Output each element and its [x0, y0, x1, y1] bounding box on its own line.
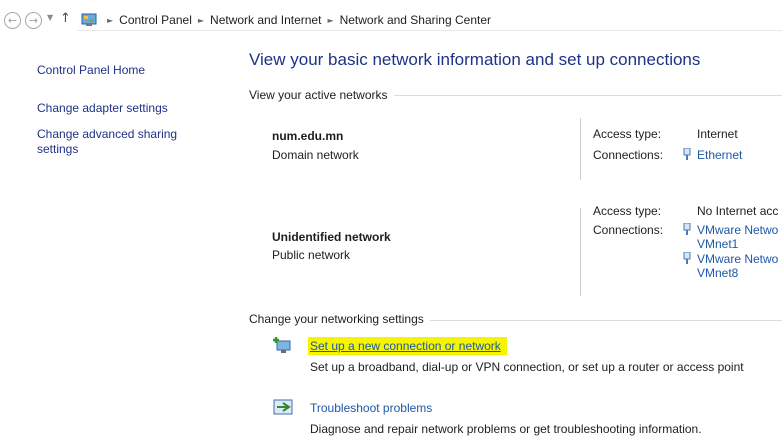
troubleshoot-problems-description: Diagnose and repair network problems or … [310, 422, 702, 436]
access-type-label: Access type: [593, 127, 662, 141]
vmnet1-connection-link[interactable]: VMware Netwo VMnet1 [697, 223, 778, 251]
left-pane: Control Panel Home Change adapter settin… [0, 40, 242, 437]
new-connection-icon [273, 337, 291, 353]
troubleshoot-problems-link[interactable]: Troubleshoot problems [310, 401, 432, 415]
access-type-value: Internet [697, 127, 738, 141]
ethernet-connection-link[interactable]: Ethernet [697, 148, 742, 162]
network-type: Domain network [272, 148, 359, 162]
networking-settings-header: Change your networking settings [249, 312, 430, 326]
change-advanced-sharing-settings-link[interactable]: Change advanced sharing settings [37, 127, 207, 157]
breadcrumb-separator-icon[interactable]: ► [198, 16, 204, 25]
vmnet8-connection-link[interactable]: VMware Netwo VMnet8 [697, 252, 778, 280]
back-arrow-icon[interactable]: ← [4, 12, 21, 29]
column-divider [580, 208, 581, 296]
forward-arrow-icon[interactable]: → [25, 12, 42, 29]
breadcrumb-item-network-and-internet[interactable]: Network and Internet [210, 13, 321, 27]
access-type-value: No Internet acc [697, 204, 779, 218]
setup-new-connection-label[interactable]: Set up a new connection or network [308, 337, 507, 355]
breadcrumb-item-control-panel[interactable]: Control Panel [119, 13, 192, 27]
control-panel-home-link[interactable]: Control Panel Home [37, 63, 145, 77]
troubleshoot-icon [273, 399, 293, 415]
breadcrumb[interactable]: ► Control Panel ► Network and Internet ► Netw… [77, 10, 782, 31]
column-divider [580, 118, 581, 180]
breadcrumb-separator-icon[interactable]: ► [327, 16, 333, 25]
vmnet8-connection-adapter[interactable]: VMnet8 [697, 266, 778, 280]
network-plug-icon [683, 252, 691, 264]
access-type-label: Access type: [593, 204, 662, 218]
network-name: num.edu.mn [272, 129, 344, 143]
change-adapter-settings-link[interactable]: Change adapter settings [37, 101, 207, 116]
vmnet1-connection-name[interactable]: VMware Netwo [697, 223, 778, 237]
connections-label: Connections: [593, 148, 664, 162]
recent-pages-chevron-icon[interactable]: ▼ [47, 13, 53, 22]
connections-label: Connections: [593, 223, 664, 237]
breadcrumb-item-network-and-sharing-center[interactable]: Network and Sharing Center [340, 13, 491, 27]
network-plug-icon [683, 223, 691, 235]
vmnet8-connection-name[interactable]: VMware Netwo [697, 252, 778, 266]
setup-new-connection-link[interactable]: Set up a new connection or network [308, 337, 507, 355]
vmnet1-connection-adapter[interactable]: VMnet1 [697, 237, 778, 251]
network-name: Unidentified network [272, 230, 391, 244]
active-networks-header: View your active networks [249, 88, 394, 102]
address-bar: ← → ▼ ↑ ► Control Panel ► Network and Inter… [0, 0, 782, 40]
main-content: View your basic network information and … [242, 40, 782, 437]
setup-new-connection-description: Set up a broadband, dial-up or VPN conne… [310, 360, 744, 374]
up-arrow-icon[interactable]: ↑ [60, 11, 71, 26]
network-type: Public network [272, 248, 351, 262]
page-title: View your basic network information and … [249, 50, 701, 69]
control-panel-icon [81, 13, 97, 26]
network-plug-icon [683, 148, 691, 160]
breadcrumb-separator-icon: ► [107, 16, 114, 25]
